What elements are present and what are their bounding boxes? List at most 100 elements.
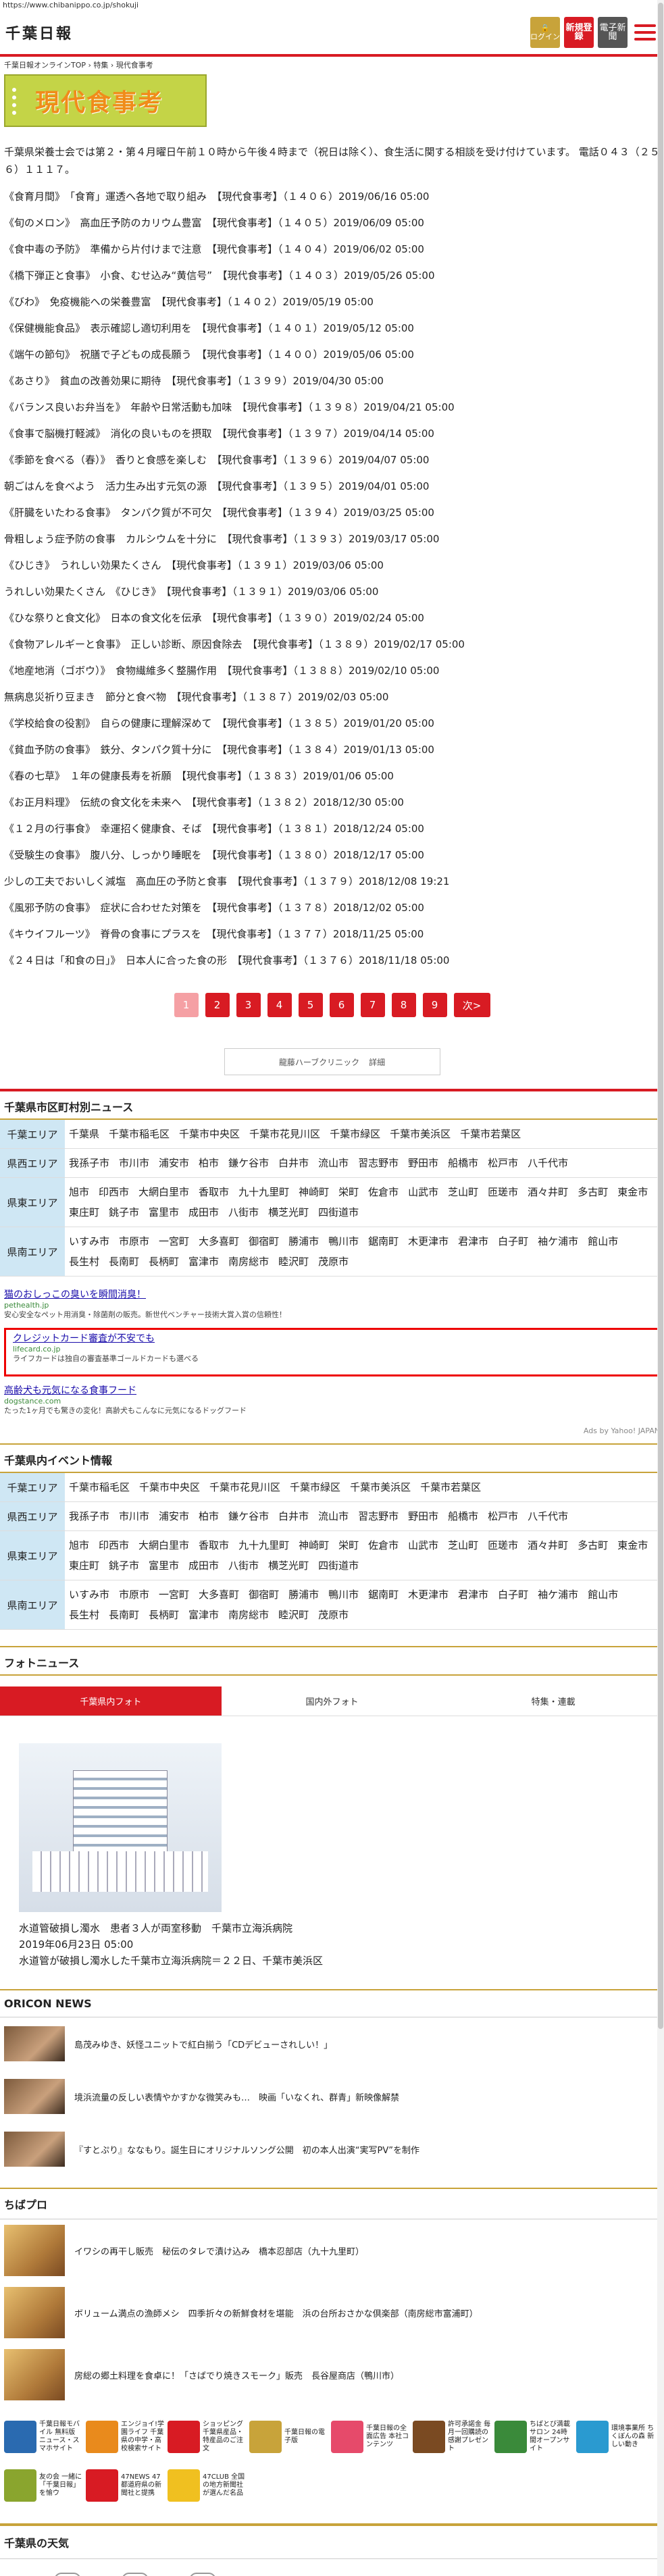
area-link[interactable]: 成田市 xyxy=(188,1555,219,1576)
register-button[interactable]: 新規登録 xyxy=(564,17,594,48)
area-link[interactable]: 栄町 xyxy=(338,1182,359,1202)
chibapro-title[interactable]: ボリューム満点の漁師メシ 四季折々の新鮮食材を堪能 浜の台所おさかな倶楽部（南房… xyxy=(74,2307,478,2319)
tab-chiba-photo[interactable]: 千葉県内フォト xyxy=(0,1686,222,1716)
page-8-button[interactable]: 8 xyxy=(391,993,416,1017)
area-link[interactable]: 袖ケ浦市 xyxy=(538,1231,578,1252)
area-link[interactable]: 御宿町 xyxy=(249,1231,279,1252)
area-link[interactable]: 南房総市 xyxy=(228,1605,269,1625)
area-link[interactable]: 千葉県 xyxy=(69,1124,99,1144)
ad-title[interactable]: クレジットカード審査が不安でも xyxy=(13,1333,651,1345)
area-link[interactable]: 千葉市若葉区 xyxy=(420,1477,481,1497)
area-link[interactable]: 旭市 xyxy=(69,1535,89,1555)
area-link[interactable]: 香取市 xyxy=(199,1182,229,1202)
list-item[interactable]: 《食育月間》 「食育」運透へ各地で取り組み 【現代食事考】（１４０６）2019/… xyxy=(4,184,660,210)
news-title[interactable]: 島茂みゆき、妖怪ユニットで紅白揃う「CDデビューされしい！」 xyxy=(74,2038,332,2051)
list-item[interactable]: 《季節を食べる（春）》 香りと食感を楽しむ 【現代食事考】（１３９６）2019/… xyxy=(4,447,660,473)
area-link[interactable]: 君津市 xyxy=(458,1585,488,1605)
list-item[interactable]: 《春の七草》 １年の健康長寿を祈願 【現代食事考】（１３８３）2019/01/0… xyxy=(4,763,660,790)
page-3-button[interactable]: 3 xyxy=(236,993,261,1017)
list-item[interactable]: 《ひな祭りと食文化》 日本の食文化を伝承 【現代食事考】（１３９０）2019/0… xyxy=(4,605,660,632)
area-link[interactable]: 松戸市 xyxy=(488,1506,518,1526)
area-link[interactable]: 富里市 xyxy=(149,1202,179,1222)
photo-caption-title[interactable]: 水道管破損し濁水 患者３人が両室移動 千葉市立海浜病院 xyxy=(19,1920,645,1936)
area-link[interactable]: 木更津市 xyxy=(408,1585,449,1605)
area-link[interactable]: 鎌ケ谷市 xyxy=(228,1506,269,1526)
area-link[interactable]: いすみ市 xyxy=(69,1585,109,1605)
area-link[interactable]: 野田市 xyxy=(408,1153,438,1173)
list-item[interactable]: 《１２月の行事食》 幸運招く健康食、そば 【現代食事考】（１３８１）2018/1… xyxy=(4,816,660,842)
area-link[interactable]: 八千代市 xyxy=(528,1506,568,1526)
link-item[interactable]: 許可承諾金 毎月一回購読の感謝プレゼント xyxy=(413,2413,494,2461)
area-link[interactable]: 白井市 xyxy=(278,1153,309,1173)
list-item[interactable]: 《お正月料理》 伝統の食文化を未来へ 【現代食事考】（１３８２）2018/12/… xyxy=(4,790,660,816)
area-link[interactable]: 大多喜町 xyxy=(199,1231,239,1252)
list-item[interactable]: 《端午の節句》 祝膳で子どもの成長願う 【現代食事考】（１４００）2019/05… xyxy=(4,342,660,368)
area-link[interactable]: 習志野市 xyxy=(358,1153,399,1173)
area-link[interactable]: 館山市 xyxy=(588,1231,618,1252)
area-link[interactable]: 長生村 xyxy=(69,1252,99,1272)
area-link[interactable]: 多古町 xyxy=(578,1535,608,1555)
area-link[interactable]: 大多喜町 xyxy=(199,1585,239,1605)
page-2-button[interactable]: 2 xyxy=(205,993,230,1017)
area-link[interactable]: 千葉市美浜区 xyxy=(350,1477,411,1497)
list-item[interactable]: 《旬のメロン》 高血圧予防のカリウム豊富 【現代食事考】（１４０５）2019/0… xyxy=(4,210,660,236)
area-link[interactable]: 御宿町 xyxy=(249,1585,279,1605)
area-link[interactable]: 流山市 xyxy=(318,1153,349,1173)
chibapro-title[interactable]: 房総の郷土料理を食卓に！「さばでり焼きスモーク」販売 長谷屋商店（鴨川市） xyxy=(74,2369,399,2381)
area-link[interactable]: 九十九里町 xyxy=(238,1182,289,1202)
area-link[interactable]: 鋸南町 xyxy=(368,1231,399,1252)
link-item[interactable]: 47NEWS 47都道府県の新聞社と提携 xyxy=(86,2461,168,2510)
area-link[interactable]: 大網白里市 xyxy=(138,1535,189,1555)
area-link[interactable]: 東金市 xyxy=(617,1535,648,1555)
ad-item[interactable]: 高齢犬も元気になる食事フード dogstance.com たった1ヶ月でも驚きの変化… xyxy=(4,1385,660,1416)
link-item[interactable]: エンジョイ!学園ライフ 千葉県の中学・高校検索サイト xyxy=(86,2413,168,2461)
chibapro-item[interactable]: ボリューム満点の漁師メシ 四季折々の新鮮食材を堪能 浜の台所おさかな倶楽部（南房… xyxy=(0,2282,664,2344)
oricon-item[interactable]: 境浜流量の反しい表情やかすかな微笑みも… 映画「いなくれ、群青」新映像解禁 xyxy=(0,2070,664,2123)
list-item[interactable]: 《肝臓をいたわる食事》 タンパク質が不可欠 【現代食事考】（１３９４）2019/… xyxy=(4,500,660,526)
area-link[interactable]: 我孫子市 xyxy=(69,1506,109,1526)
area-link[interactable]: 千葉市中央区 xyxy=(139,1477,200,1497)
area-link[interactable]: 香取市 xyxy=(199,1535,229,1555)
area-link[interactable]: 鎌ケ谷市 xyxy=(228,1153,269,1173)
page-4-button[interactable]: 4 xyxy=(267,993,292,1017)
area-link[interactable]: 茂原市 xyxy=(318,1252,349,1272)
list-item[interactable]: 《貧血予防の食事》 鉄分、タンパク質十分に 【現代食事考】（１３８４）2019/… xyxy=(4,737,660,763)
news-photo[interactable] xyxy=(19,1743,222,1912)
link-item[interactable]: 千葉日報モバイル 無料版 ニュース・スマホサイト xyxy=(4,2413,86,2461)
area-link[interactable]: 館山市 xyxy=(588,1585,618,1605)
area-link[interactable]: 流山市 xyxy=(318,1506,349,1526)
area-link[interactable]: 長柄町 xyxy=(149,1605,179,1625)
area-link[interactable]: 千葉市中央区 xyxy=(179,1124,240,1144)
area-link[interactable]: 船橋市 xyxy=(448,1153,478,1173)
chibapro-item[interactable]: イワシの再干し販売 秘伝のタレで漬け込み 橋本忍部店（九十九里町） xyxy=(0,2219,664,2282)
area-link[interactable]: 横芝光町 xyxy=(268,1555,309,1576)
area-link[interactable]: 袖ケ浦市 xyxy=(538,1585,578,1605)
oricon-item[interactable]: 『すとぷり』ななもり。誕生日にオリジナルソング公開 初の本人出演“実写PV”を制… xyxy=(0,2123,664,2175)
area-link[interactable]: 八千代市 xyxy=(528,1153,568,1173)
link-item[interactable]: 環境事業所 ちくぼんの森 新しい動き xyxy=(576,2413,658,2461)
area-link[interactable]: 千葉市稲毛区 xyxy=(69,1477,130,1497)
area-link[interactable]: 習志野市 xyxy=(358,1506,399,1526)
area-link[interactable]: 鋸南町 xyxy=(368,1585,399,1605)
area-link[interactable]: 山武市 xyxy=(408,1535,438,1555)
area-link[interactable]: 千葉市美浜区 xyxy=(390,1124,451,1144)
area-link[interactable]: 旭市 xyxy=(69,1182,89,1202)
login-button[interactable]: 🔒 ログイン xyxy=(530,17,560,48)
area-link[interactable]: 匝瑳市 xyxy=(488,1535,518,1555)
page-9-button[interactable]: 9 xyxy=(422,993,447,1017)
area-link[interactable]: 銚子市 xyxy=(109,1202,139,1222)
area-link[interactable]: 芝山町 xyxy=(448,1182,478,1202)
area-link[interactable]: 白井市 xyxy=(278,1506,309,1526)
list-item[interactable]: 少しの工夫でおいしく減塩 高血圧の予防と食事 【現代食事考】（１３７９）2018… xyxy=(4,869,660,895)
chibapro-item[interactable]: 房総の郷土料理を食卓に！「さばでり焼きスモーク」販売 長谷屋商店（鴨川市） xyxy=(0,2344,664,2406)
area-link[interactable]: 富里市 xyxy=(149,1555,179,1576)
area-link[interactable]: 山武市 xyxy=(408,1182,438,1202)
page-10-button[interactable]: 次> xyxy=(453,993,490,1017)
hamburger-menu-icon[interactable] xyxy=(632,19,659,46)
list-item[interactable]: 《風邪予防の食事》 症状に合わせた対策を 【現代食事考】（１３７８）2018/1… xyxy=(4,895,660,921)
area-link[interactable]: 市川市 xyxy=(119,1506,149,1526)
area-link[interactable]: 木更津市 xyxy=(408,1231,449,1252)
area-link[interactable]: 柏市 xyxy=(199,1506,219,1526)
news-title[interactable]: 『すとぷり』ななもり。誕生日にオリジナルソング公開 初の本人出演“実写PV”を制… xyxy=(74,2143,419,2156)
area-link[interactable]: 長柄町 xyxy=(149,1252,179,1272)
